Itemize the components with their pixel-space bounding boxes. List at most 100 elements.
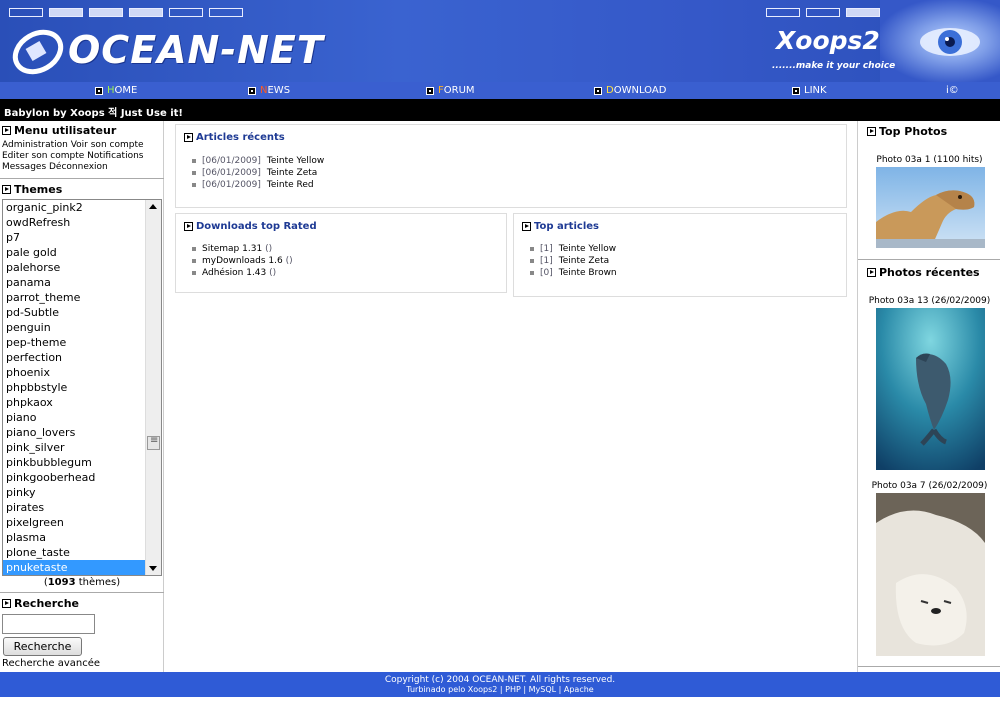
top-button-4[interactable] <box>129 8 163 17</box>
top-button-7[interactable] <box>766 8 800 17</box>
article-date: [06/01/2009] <box>202 156 261 166</box>
top-button-3[interactable] <box>89 8 123 17</box>
list-item: myDownloads 1.6 () <box>192 255 293 267</box>
theme-count: (1093 thèmes) <box>43 577 121 588</box>
divider <box>0 178 164 179</box>
theme-option[interactable]: plasma <box>3 530 146 545</box>
theme-option[interactable]: pixelgreen <box>3 515 146 530</box>
theme-option[interactable]: pd-Subtle <box>3 305 146 320</box>
scroll-thumb[interactable] <box>147 435 160 450</box>
recent-articles-block: Articles récents [06/01/2009] Teinte Yell… <box>175 124 847 208</box>
theme-option[interactable]: owdRefresh <box>3 215 146 230</box>
bullet-icon <box>192 183 196 187</box>
nav-download-label: OWNLOAD <box>613 85 667 96</box>
divider <box>858 666 1000 667</box>
footer-copyright: Copyright (c) 2004 OCEAN-NET. All rights… <box>384 675 616 685</box>
download-link[interactable]: Sitemap 1.31 <box>202 244 262 254</box>
article-link[interactable]: Teinte Zeta <box>267 167 317 179</box>
theme-option[interactable]: perfection <box>3 350 146 365</box>
user-menu-line-3[interactable]: Messages Déconnexion <box>2 162 162 173</box>
scroll-up-arrow-icon[interactable] <box>149 204 157 209</box>
article-link[interactable]: Teinte Zeta <box>559 255 609 267</box>
theme-option[interactable]: pnuketaste <box>3 560 146 575</box>
article-link[interactable]: Teinte Yellow <box>267 155 324 167</box>
article-count: [1] <box>540 256 553 266</box>
block-arrow-icon <box>2 599 11 608</box>
recent-photos-title-text: Photos récentes <box>879 266 980 279</box>
list-item: [1] Teinte Zeta <box>530 255 617 267</box>
theme-option[interactable]: p7 <box>3 230 146 245</box>
article-link[interactable]: Teinte Brown <box>559 267 617 279</box>
theme-option[interactable]: pink_silver <box>3 440 146 455</box>
theme-option[interactable]: pirates <box>3 500 146 515</box>
theme-option[interactable]: palehorse <box>3 260 146 275</box>
list-item: [06/01/2009] Teinte Zeta <box>192 167 324 179</box>
nav-forum[interactable]: FORUM <box>426 85 475 96</box>
top-button-6[interactable] <box>209 8 243 17</box>
theme-option[interactable]: pinkgooberhead <box>3 470 146 485</box>
user-menu-line-2[interactable]: Editer son compte Notifications <box>2 151 162 162</box>
article-date: [06/01/2009] <box>202 168 261 178</box>
nav-news-label: EWS <box>267 85 291 96</box>
article-link[interactable]: Teinte Red <box>267 179 314 191</box>
nav-info[interactable]: i© <box>946 85 959 96</box>
top-button-2[interactable] <box>49 8 83 17</box>
download-link[interactable]: myDownloads 1.6 <box>202 256 283 266</box>
top-button-1[interactable] <box>9 8 43 17</box>
left-sidebar: Menu utilisateur Administration Voir son… <box>0 121 164 672</box>
theme-option[interactable]: pinkbubblegum <box>3 455 146 470</box>
search-title-text: Recherche <box>14 597 79 610</box>
top-articles-block: Top articles [1] Teinte Yellow [1] Teinte … <box>513 213 847 297</box>
theme-count-label: thèmes <box>78 577 117 588</box>
nav-link[interactable]: LINK <box>792 85 827 96</box>
theme-option[interactable]: pale gold <box>3 245 146 260</box>
theme-option[interactable]: phpbbstyle <box>3 380 146 395</box>
user-menu-line-1[interactable]: Administration Voir son compte <box>2 140 162 151</box>
top-button-8[interactable] <box>806 8 840 17</box>
top-photos-title-text: Top Photos <box>879 125 948 138</box>
bullet-icon <box>192 159 196 163</box>
nav-download-first-letter: D <box>606 85 614 96</box>
theme-option[interactable]: pep-theme <box>3 335 146 350</box>
themes-title: Themes <box>2 183 62 196</box>
theme-option[interactable]: panama <box>3 275 146 290</box>
theme-option[interactable]: phpkaox <box>3 395 146 410</box>
dolphin-photo[interactable] <box>876 308 985 470</box>
theme-option[interactable]: piano_lovers <box>3 425 146 440</box>
theme-list-scrollbar[interactable] <box>145 200 161 575</box>
theme-option[interactable]: plone_taste <box>3 545 146 560</box>
theme-option[interactable]: parrot_theme <box>3 290 146 305</box>
nav-home[interactable]: HOME <box>95 85 137 96</box>
top-photo-caption[interactable]: Photo 03a 1 (1100 hits) <box>858 155 1000 165</box>
download-link[interactable]: Adhésion 1.43 <box>202 268 266 278</box>
download-rating: () <box>265 244 273 254</box>
recent-photo-2-caption[interactable]: Photo 03a 7 (26/02/2009) <box>858 481 1000 491</box>
search-button[interactable]: Recherche <box>3 637 82 656</box>
block-arrow-icon <box>522 222 531 231</box>
footer-powered-by[interactable]: Turbinado pelo Xoops2 | PHP | MySQL | Ap… <box>0 685 1000 694</box>
top-articles-title-text: Top articles <box>534 221 599 232</box>
nav-forum-label: ORUM <box>443 85 475 96</box>
article-date: [06/01/2009] <box>202 180 261 190</box>
nav-download[interactable]: DOWNLOAD <box>594 85 666 96</box>
advanced-search-link[interactable]: Recherche avancée <box>2 658 100 669</box>
search-input[interactable] <box>2 614 95 634</box>
bullet-icon <box>192 247 196 251</box>
nav-home-first-letter: H <box>107 85 115 96</box>
theme-option[interactable]: piano <box>3 410 146 425</box>
polar-bear-photo[interactable] <box>876 493 985 656</box>
recent-photo-1-caption[interactable]: Photo 03a 13 (26/02/2009) <box>858 296 1000 306</box>
top-button-5[interactable] <box>169 8 203 17</box>
nav-news[interactable]: NEWS <box>248 85 290 96</box>
scroll-down-arrow-icon[interactable] <box>149 566 157 571</box>
top-button-9[interactable] <box>846 8 880 17</box>
theme-option[interactable]: organic_pink2 <box>3 200 146 215</box>
theme-option[interactable]: penguin <box>3 320 146 335</box>
camel-photo[interactable] <box>876 167 985 248</box>
theme-option[interactable]: phoenix <box>3 365 146 380</box>
downloads-title: Downloads top Rated <box>184 221 317 232</box>
theme-listbox[interactable]: organic_pink2 owdRefresh p7 pale gold paleho… <box>2 199 162 576</box>
article-link[interactable]: Teinte Yellow <box>559 243 616 255</box>
theme-option[interactable]: pinky <box>3 485 146 500</box>
site-footer: Copyright (c) 2004 OCEAN-NET. All rights… <box>0 672 1000 697</box>
